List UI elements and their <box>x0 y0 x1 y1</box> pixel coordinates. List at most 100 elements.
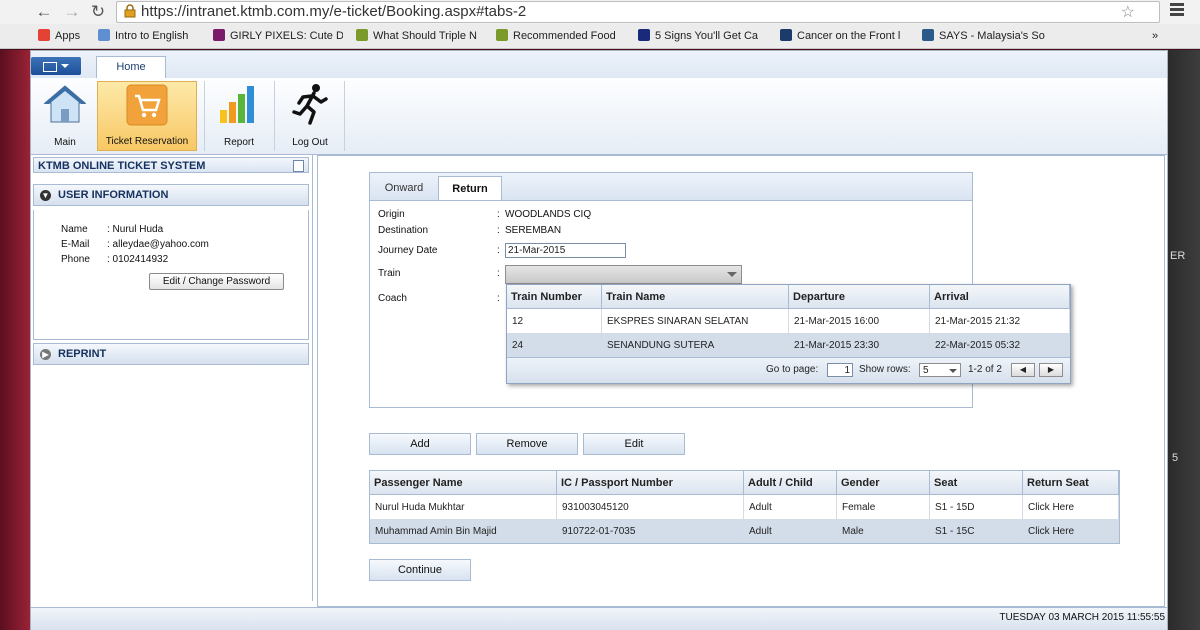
edit-button[interactable]: Edit <box>583 433 685 455</box>
app-menu-button[interactable] <box>31 57 81 75</box>
running-man-icon <box>292 84 328 125</box>
site-favicon <box>496 29 508 41</box>
passenger-grid: Passenger Name IC / Passport Number Adul… <box>369 470 1120 544</box>
tab-return[interactable]: Return <box>438 176 502 200</box>
train-row: Train: <box>378 268 500 279</box>
ribbon-separator <box>344 81 345 151</box>
lock-warning-icon <box>124 4 136 18</box>
goto-page-label: Go to page: <box>766 364 819 375</box>
table-row[interactable]: Muhammad Amin Bin Majid 910722-01-7035 A… <box>370 519 1119 543</box>
desktop-text-2: 5 <box>1172 452 1179 464</box>
prev-page-button[interactable]: ◀ <box>1011 363 1035 377</box>
bookmark-girly-pixels[interactable]: GIRLY PIXELS: Cute D <box>213 28 343 44</box>
left-panel: KTMB ONLINE TICKET SYSTEM ▼ USER INFORMA… <box>31 155 313 601</box>
bookmark-cancer[interactable]: Cancer on the Front l <box>780 28 910 44</box>
user-name-row: Name: Nurul Huda <box>61 224 164 235</box>
forward-icon[interactable]: → <box>62 2 82 22</box>
return-seat-link[interactable]: Click Here <box>1022 519 1119 543</box>
chevron-down-icon <box>949 369 957 373</box>
change-password-button[interactable]: Edit / Change Password <box>149 273 284 290</box>
reload-icon[interactable]: ↻ <box>88 2 108 22</box>
column-header[interactable]: Gender <box>836 471 930 495</box>
journey-date-row: Journey Date: <box>378 245 500 256</box>
browser-toolbar: ← → ↻ https://intranet.ktmb.com.my/e-tic… <box>0 0 1200 25</box>
column-header[interactable]: Arrival <box>929 285 1070 309</box>
bar-chart-icon <box>220 86 254 123</box>
user-information-body: Name: Nurul Huda E-Mail: alleydae@yahoo.… <box>33 210 309 340</box>
logout-button[interactable]: Log Out <box>279 81 341 151</box>
home-icon <box>43 85 87 123</box>
show-rows-select[interactable]: 5 <box>919 363 961 377</box>
pin-icon[interactable] <box>293 160 304 172</box>
bookmarks-bar: Apps Intro to English GIRLY PIXELS: Cute… <box>0 24 1200 49</box>
column-header[interactable]: Train Number <box>507 285 602 309</box>
origin-row: Origin: WOODLANDS CIQ <box>378 209 592 220</box>
address-bar[interactable]: https://intranet.ktmb.com.my/e-ticket/Bo… <box>116 1 1160 23</box>
bookmark-5-signs[interactable]: 5 Signs You'll Get Ca <box>638 28 768 44</box>
coach-row: Coach: <box>378 293 500 304</box>
destination-row: Destination: SEREMBAN <box>378 225 562 236</box>
apps-grid-icon <box>38 29 50 41</box>
expand-icon: ▶ <box>40 349 51 360</box>
folder-icon <box>98 29 110 41</box>
column-header[interactable]: Train Name <box>601 285 789 309</box>
status-bar: TUESDAY 03 MARCH 2015 11:55:55 <box>31 607 1167 630</box>
column-header[interactable]: Adult / Child <box>743 471 837 495</box>
column-header[interactable]: IC / Passport Number <box>556 471 744 495</box>
main-button[interactable]: Main <box>34 81 96 151</box>
status-datetime: TUESDAY 03 MARCH 2015 11:55:55 <box>999 612 1165 623</box>
bookmark-triple-n[interactable]: What Should Triple N <box>356 28 486 44</box>
site-favicon <box>213 29 225 41</box>
table-row[interactable]: 24 SENANDUNG SUTERA 21-Mar-2015 23:30 22… <box>507 333 1070 357</box>
page-range: 1-2 of 2 <box>968 364 1002 375</box>
bookmark-intro-to-english[interactable]: Intro to English <box>98 28 208 44</box>
browser-menu-icon[interactable] <box>1170 3 1184 17</box>
ribbon-tab-strip: Home <box>31 51 1167 79</box>
column-header[interactable]: Return Seat <box>1022 471 1119 495</box>
table-row[interactable]: Nurul Huda Mukhtar 931003045120 Adult Fe… <box>370 494 1119 519</box>
desktop-text-1: ER <box>1170 250 1186 262</box>
journey-date-input[interactable]: 21-Mar-2015 <box>505 243 626 258</box>
return-seat-link[interactable]: Click Here <box>1022 494 1119 519</box>
shopping-cart-icon <box>126 84 168 126</box>
bookmark-apps[interactable]: Apps <box>38 28 98 44</box>
table-row[interactable]: 12 EKSPRES SINARAN SELATAN 21-Mar-2015 1… <box>507 308 1070 333</box>
url-text: https://intranet.ktmb.com.my/e-ticket/Bo… <box>141 3 527 20</box>
ribbon-separator <box>274 81 275 151</box>
desktop-left-strip <box>0 50 30 630</box>
ribbon-separator <box>204 81 205 151</box>
ribbon: Main Ticket Reservation Report Log Out <box>31 78 1167 155</box>
train-selection-grid: Train Number Train Name Departure Arriva… <box>506 284 1071 384</box>
bookmark-star-icon[interactable]: ☆ <box>1121 2 1135 22</box>
panel-title: KTMB ONLINE TICKET SYSTEM <box>33 157 309 173</box>
next-page-button[interactable]: ▶ <box>1039 363 1063 377</box>
train-dropdown[interactable] <box>505 265 742 284</box>
bookmarks-more[interactable]: » <box>1152 28 1166 44</box>
app-window: Home Main Ticket Reservation Report Log … <box>30 50 1168 630</box>
column-header[interactable]: Seat <box>929 471 1023 495</box>
chevron-down-icon <box>727 272 737 277</box>
continue-button[interactable]: Continue <box>369 559 471 581</box>
goto-page-input[interactable]: 1 <box>827 363 853 377</box>
bookmark-recommended-food[interactable]: Recommended Food <box>496 28 626 44</box>
report-button[interactable]: Report <box>209 81 269 151</box>
add-button[interactable]: Add <box>369 433 471 455</box>
tab-home[interactable]: Home <box>96 56 166 79</box>
back-icon[interactable]: ← <box>34 2 54 22</box>
bookmark-says[interactable]: SAYS - Malaysia's So <box>922 28 1052 44</box>
site-favicon <box>780 29 792 41</box>
collapse-icon: ▼ <box>40 190 51 201</box>
user-information-header[interactable]: ▼ USER INFORMATION <box>33 184 309 206</box>
site-favicon <box>922 29 934 41</box>
show-rows-label: Show rows: <box>859 364 911 375</box>
ticket-reservation-button[interactable]: Ticket Reservation <box>97 81 197 151</box>
journey-tabs-panel: Onward Return Origin: WOODLANDS CIQ Desti… <box>369 172 1071 408</box>
desktop-right-strip: ER 5 <box>1168 50 1200 630</box>
tab-onward[interactable]: Onward <box>372 176 436 200</box>
remove-button[interactable]: Remove <box>476 433 578 455</box>
reprint-header[interactable]: ▶ REPRINT <box>33 343 309 365</box>
user-email-row: E-Mail: alleydae@yahoo.com <box>61 239 209 250</box>
site-favicon <box>356 29 368 41</box>
column-header[interactable]: Passenger Name <box>370 471 557 495</box>
column-header[interactable]: Departure <box>788 285 930 309</box>
